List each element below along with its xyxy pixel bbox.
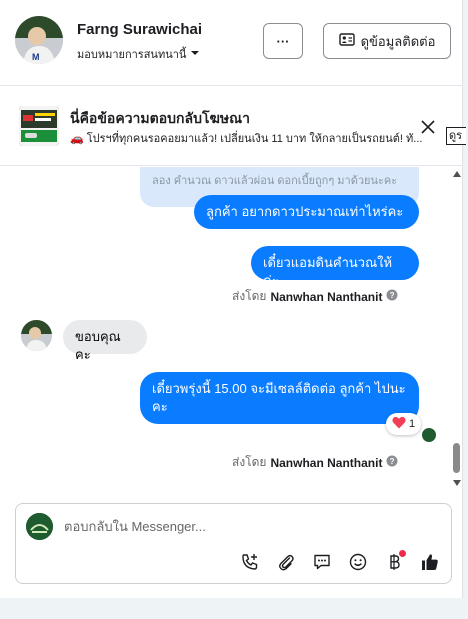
sender-avatar [21,320,52,351]
svg-text:M: M [32,52,40,62]
info-icon[interactable]: ? [386,455,398,470]
sender-name: Nanwhan Nanthanit [270,289,383,304]
sent-by-prefix: ส่งโดย [232,289,267,303]
contact-name: Farng Surawichai [77,21,203,38]
page-avatar [26,513,53,540]
heart-icon [392,416,406,432]
thread-scrollbar[interactable] [450,167,463,492]
contact-card-icon [338,33,355,49]
emoji-icon[interactable] [347,551,369,573]
scroll-thumb[interactable] [453,443,460,473]
info-icon[interactable]: ? [386,289,398,304]
reply-composer [15,503,452,584]
chat-panel: M Farng Surawichai มอบหมายการสนทนานี้ ··… [0,0,466,598]
view-contact-button[interactable]: ดูข้อมูลติดต่อ [323,23,451,59]
avatar[interactable]: M [15,16,63,64]
message-outgoing: เดี๋ยวแอมดินคำนวณให้ค่ะ [251,246,419,288]
assign-conversation-dropdown[interactable]: มอบหมายการสนทนานี้ [77,45,200,63]
message-thread: ลอง คำนวณ ดาวแล้วผ่อน ดอกเบี้ยถูกๆ มาด้ว… [0,167,463,497]
ad-reply-banner: นี่คือข้อความตอบกลับโฆษณา 🚗 โปรฯที่ทุกคน… [0,87,466,166]
message-incoming: ขอบคุณคะ [63,320,147,362]
like-icon[interactable] [419,551,441,573]
attachment-icon[interactable] [275,551,297,573]
reaction-count: 1 [409,418,416,430]
ad-thumbnail [19,106,59,146]
reaction-badge[interactable]: 1 [386,413,422,435]
saved-reply-icon[interactable] [311,551,333,573]
conversation-header: M Farng Surawichai มอบหมายการสนทนานี้ ··… [0,0,463,86]
svg-text:?: ? [390,291,395,300]
seen-avatar [421,427,437,443]
close-icon[interactable] [417,116,439,138]
scroll-up-icon[interactable] [453,171,461,177]
message-outgoing: ลูกค้า อยากดาวประมาณเท่าไหร่คะ [194,195,419,229]
caret-down-icon [190,48,200,61]
view-contact-label: ดูข้อมูลติดต่อ [360,33,436,49]
sent-by-label: ส่งโดย Nanwhan Nanthanit ? [232,287,398,306]
call-add-icon[interactable] [239,551,261,573]
sender-name: Nanwhan Nanthanit [270,455,383,470]
composer-toolbar [239,550,441,573]
svg-text:?: ? [390,457,395,466]
more-icon: ··· [276,33,290,49]
payment-baht-icon[interactable] [383,550,406,573]
sent-by-prefix: ส่งโดย [232,455,267,469]
assign-label: มอบหมายการสนทนานี้ [77,49,187,61]
view-ad-link[interactable]: ดูร [446,127,466,145]
message-outgoing: เดี๋ยวพรุ่งนี้ 15.00 จะมีเซลล์ติดต่อ ลูก… [140,372,419,424]
scroll-down-icon[interactable] [453,480,461,486]
sent-by-label: ส่งโดย Nanwhan Nanthanit ? [232,453,398,472]
reply-input[interactable] [64,512,434,540]
notification-dot [399,550,406,557]
ad-title: นี่คือข้อความตอบกลับโฆษณา [70,110,250,126]
ad-description: 🚗 โปรฯที่ทุกคนรอคอยมาแล้ว! เปลี่ยนเงิน 1… [70,133,423,145]
more-options-button[interactable]: ··· [263,23,303,59]
